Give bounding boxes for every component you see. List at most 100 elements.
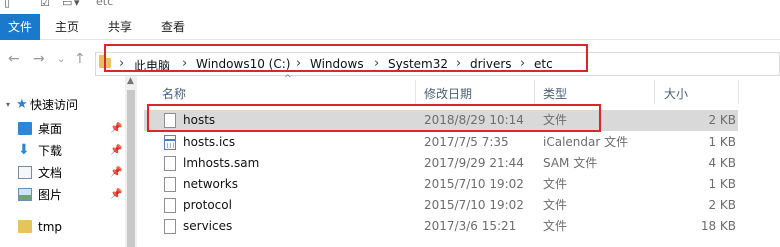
file-icon [164,113,176,128]
breadcrumb-system32[interactable]: System32 [388,57,448,71]
nav-item-pictures[interactable]: 图片 📌 [0,184,128,206]
tab-file[interactable]: 文件 [0,14,40,40]
file-type: 文件 [543,198,568,212]
breadcrumb-separator-icon[interactable]: › [296,56,301,71]
breadcrumb-separator-icon[interactable]: › [182,56,187,71]
window-title: etc [96,0,114,8]
folder-icon [18,220,32,233]
file-date: 2015/7/10 19:02 [424,177,524,191]
nav-label: 桌面 [38,122,63,136]
properties-icon[interactable]: ☑ [40,0,50,9]
desktop-icon [18,122,32,135]
nav-scrollbar[interactable]: ▲ [125,76,137,247]
navigation-pane: ▾ ★ 快速访问 桌面 📌 ⬇ 下载 📌 文档 📌 图片 📌 tmp ▲ [0,76,138,247]
file-name: hosts.ics [183,135,236,149]
file-row-hosts-ics[interactable]: hosts.ics 2017/7/5 7:35 iCalendar 文件 1 K… [144,132,738,153]
ribbon-tabs: 文件 主页 共享 查看 [0,14,780,40]
pin-icon[interactable]: 📌 [110,184,122,206]
column-divider[interactable] [654,80,655,104]
address-bar[interactable]: › 此电脑 › Windows10 (C:) › Windows › Syste… [95,52,780,76]
sort-ascending-caret-icon: ^ [284,74,292,84]
star-icon: ★ [16,97,28,112]
nav-label: 文档 [38,166,63,180]
tab-home[interactable]: 主页 [55,14,79,40]
breadcrumb-this-pc[interactable]: 此电脑 [134,57,170,74]
forward-arrow-icon[interactable]: → [33,51,45,67]
file-row-networks[interactable]: networks 2015/7/10 19:02 文件 1 KB [144,174,738,195]
breadcrumb-separator-icon[interactable]: › [119,56,124,71]
breadcrumb-drive-c[interactable]: Windows10 (C:) [196,57,290,71]
nav-label: 快速访问 [30,98,79,112]
column-header-type[interactable]: 类型 [543,84,567,104]
file-row-hosts[interactable]: hosts 2018/8/29 10:14 文件 2 KB [144,110,738,131]
up-arrow-icon[interactable]: ↑ [74,51,86,67]
nav-item-documents[interactable]: 文档 📌 [0,162,128,184]
nav-item-downloads[interactable]: ⬇ 下载 📌 [0,140,128,162]
recent-locations-chevron-icon[interactable]: ⌄ [57,54,65,65]
file-date: 2017/7/5 7:35 [424,135,509,149]
back-arrow-icon[interactable]: ← [8,51,20,67]
new-folder-icon[interactable]: ▭ [62,0,72,9]
pin-icon[interactable]: 📌 [110,140,122,162]
column-header-date[interactable]: 修改日期 [424,84,472,104]
tab-view[interactable]: 查看 [161,14,185,40]
file-size: 2 KB [708,113,736,127]
calendar-file-icon [164,135,176,150]
column-header-size[interactable]: 大小 [664,84,688,104]
folder-icon [99,55,111,68]
file-type: 文件 [543,219,568,233]
file-icon [164,177,176,192]
file-type: 文件 [543,177,568,191]
nav-item-tmp[interactable]: tmp [0,216,128,238]
file-name: services [183,219,233,233]
file-name: protocol [183,198,232,212]
nav-item-desktop[interactable]: 桌面 📌 [0,118,128,140]
download-arrow-icon: ⬇ [18,142,30,158]
title-bar: ▯ ☑ ▭ ▾ etc [0,0,780,10]
nav-label: 下载 [38,144,63,158]
picture-icon [18,188,32,201]
chevron-down-icon[interactable]: ▾ [74,0,80,9]
file-size: 4 KB [708,156,736,170]
column-divider[interactable] [415,80,416,104]
breadcrumb-separator-icon[interactable]: › [520,56,525,71]
column-divider[interactable] [534,80,535,104]
breadcrumb-etc[interactable]: etc [534,57,553,71]
document-icon [18,166,32,179]
file-name: networks [183,177,238,191]
tab-share[interactable]: 共享 [108,14,132,40]
file-icon [164,156,176,171]
file-icon [164,198,176,213]
nav-label: 图片 [38,188,63,202]
nav-label: tmp [38,220,63,234]
column-divider[interactable] [738,80,739,104]
file-size: 18 KB [700,219,736,233]
file-type: SAM 文件 [543,156,598,170]
file-size: 1 KB [708,177,736,191]
file-row-protocol[interactable]: protocol 2015/7/10 19:02 文件 2 KB [144,195,738,216]
column-header-name[interactable]: 名称 [162,84,186,104]
pin-icon[interactable]: 📌 [110,118,122,140]
scroll-up-arrow-icon[interactable]: ▲ [127,76,134,86]
file-list: ^ 名称 修改日期 类型 大小 hosts 2018/8/29 10:14 文件… [138,74,780,247]
file-type: 文件 [543,113,568,127]
file-icon [164,219,176,234]
breadcrumb-separator-icon[interactable]: › [456,56,461,71]
file-date: 2015/7/10 19:02 [424,198,524,212]
quick-access-toolbar-icon[interactable]: ▯ [4,0,10,9]
file-row-services[interactable]: services 2017/3/6 15:21 文件 18 KB [144,216,738,237]
scrollbar-thumb[interactable] [127,90,135,247]
file-date: 2018/8/29 10:14 [424,113,524,127]
pin-icon[interactable]: 📌 [110,162,122,184]
breadcrumb-windows[interactable]: Windows [310,57,364,71]
file-type: iCalendar 文件 [543,135,629,149]
file-row-lmhosts[interactable]: lmhosts.sam 2017/9/29 21:44 SAM 文件 4 KB [144,153,738,174]
breadcrumb-drivers[interactable]: drivers [470,57,512,71]
navigation-bar: ← → ⌄ ↑ › 此电脑 › Windows10 (C:) › Windows… [0,42,780,76]
file-date: 2017/9/29 21:44 [424,156,524,170]
file-size: 2 KB [708,198,736,212]
nav-quick-access[interactable]: ▾ ★ 快速访问 [0,94,128,116]
breadcrumb-separator-icon[interactable]: › [374,56,379,71]
chevron-down-icon[interactable]: ▾ [6,94,10,116]
file-name: hosts [183,113,216,127]
